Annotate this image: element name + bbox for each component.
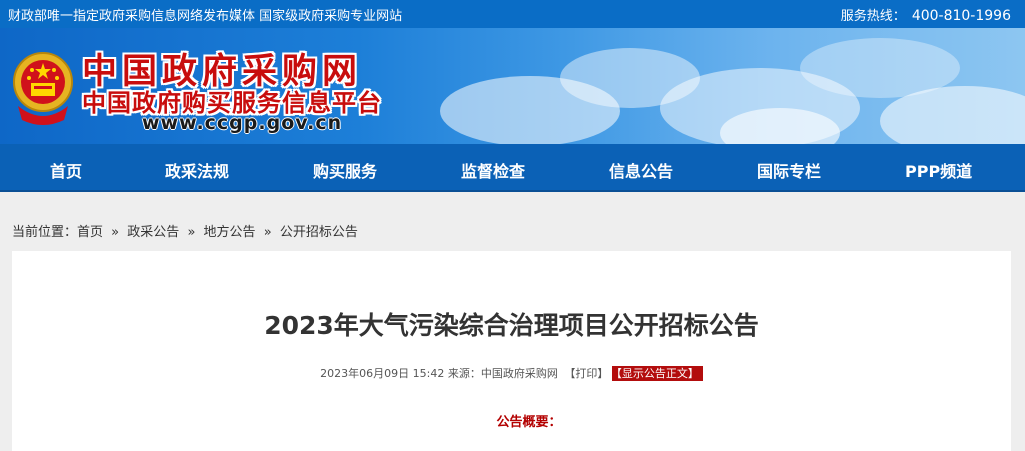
hotline-number: 400-810-1996: [911, 8, 1011, 24]
print-link[interactable]: 【打印】: [564, 367, 608, 380]
hotline-label: 服务热线：: [840, 9, 906, 24]
site-url: www.ccgp.gov.cn: [142, 112, 343, 134]
main-nav: 首页 政采法规 购买服务 监督检查 信息公告 国际专栏 PPP频道: [0, 144, 1025, 192]
top-info-bar: 财政部唯一指定政府采购信息网络发布媒体 国家级政府采购专业网站 服务热线： 400…: [0, 0, 1025, 28]
breadcrumb-procurement-notices[interactable]: 政采公告: [127, 225, 179, 240]
nav-item-supervision[interactable]: 监督检查: [461, 158, 525, 182]
service-hotline: 服务热线： 400-810-1996: [841, 5, 1011, 24]
breadcrumb-home[interactable]: 首页: [77, 225, 103, 240]
breadcrumb-open-tender[interactable]: 公开招标公告: [280, 225, 358, 240]
summary-heading: 公告概要：: [496, 415, 562, 430]
article-panel: 2023年大气污染综合治理项目公开招标公告 2023年06月09日 15:42 …: [12, 251, 1011, 451]
nav-item-purchase-services[interactable]: 购买服务: [313, 158, 377, 182]
nav-item-regulations[interactable]: 政采法规: [165, 158, 229, 182]
nav-item-home[interactable]: 首页: [50, 158, 82, 182]
breadcrumb-separator: »: [111, 225, 120, 240]
nav-item-announcements[interactable]: 信息公告: [609, 158, 673, 182]
show-full-text-button[interactable]: 【显示公告正文】: [612, 366, 703, 381]
site-banner: 中国政府采购网 中国政府购买服务信息平台 www.ccgp.gov.cn: [0, 28, 1025, 144]
publish-date: 2023年06月09日 15:42: [320, 367, 445, 380]
source-label: 来源：: [447, 367, 481, 380]
breadcrumb-local-notices[interactable]: 地方公告: [204, 225, 256, 240]
nav-item-international[interactable]: 国际专栏: [757, 158, 821, 182]
nav-item-ppp[interactable]: PPP频道: [905, 158, 972, 182]
breadcrumb-prefix: 当前位置：: [12, 225, 78, 240]
breadcrumb-separator: »: [263, 225, 272, 240]
breadcrumb: 当前位置：首页 » 政采公告 » 地方公告 » 公开招标公告: [12, 221, 358, 240]
article-meta: 2023年06月09日 15:42 来源：中国政府采购网 【打印】 【显示公告正文…: [12, 365, 1011, 381]
source-name: 中国政府采购网: [480, 367, 558, 380]
article-title: 2023年大气污染综合治理项目公开招标公告: [264, 311, 759, 340]
breadcrumb-separator: »: [187, 225, 196, 240]
site-slogan: 财政部唯一指定政府采购信息网络发布媒体 国家级政府采购专业网站: [8, 9, 403, 24]
national-emblem-logo[interactable]: [12, 50, 74, 126]
